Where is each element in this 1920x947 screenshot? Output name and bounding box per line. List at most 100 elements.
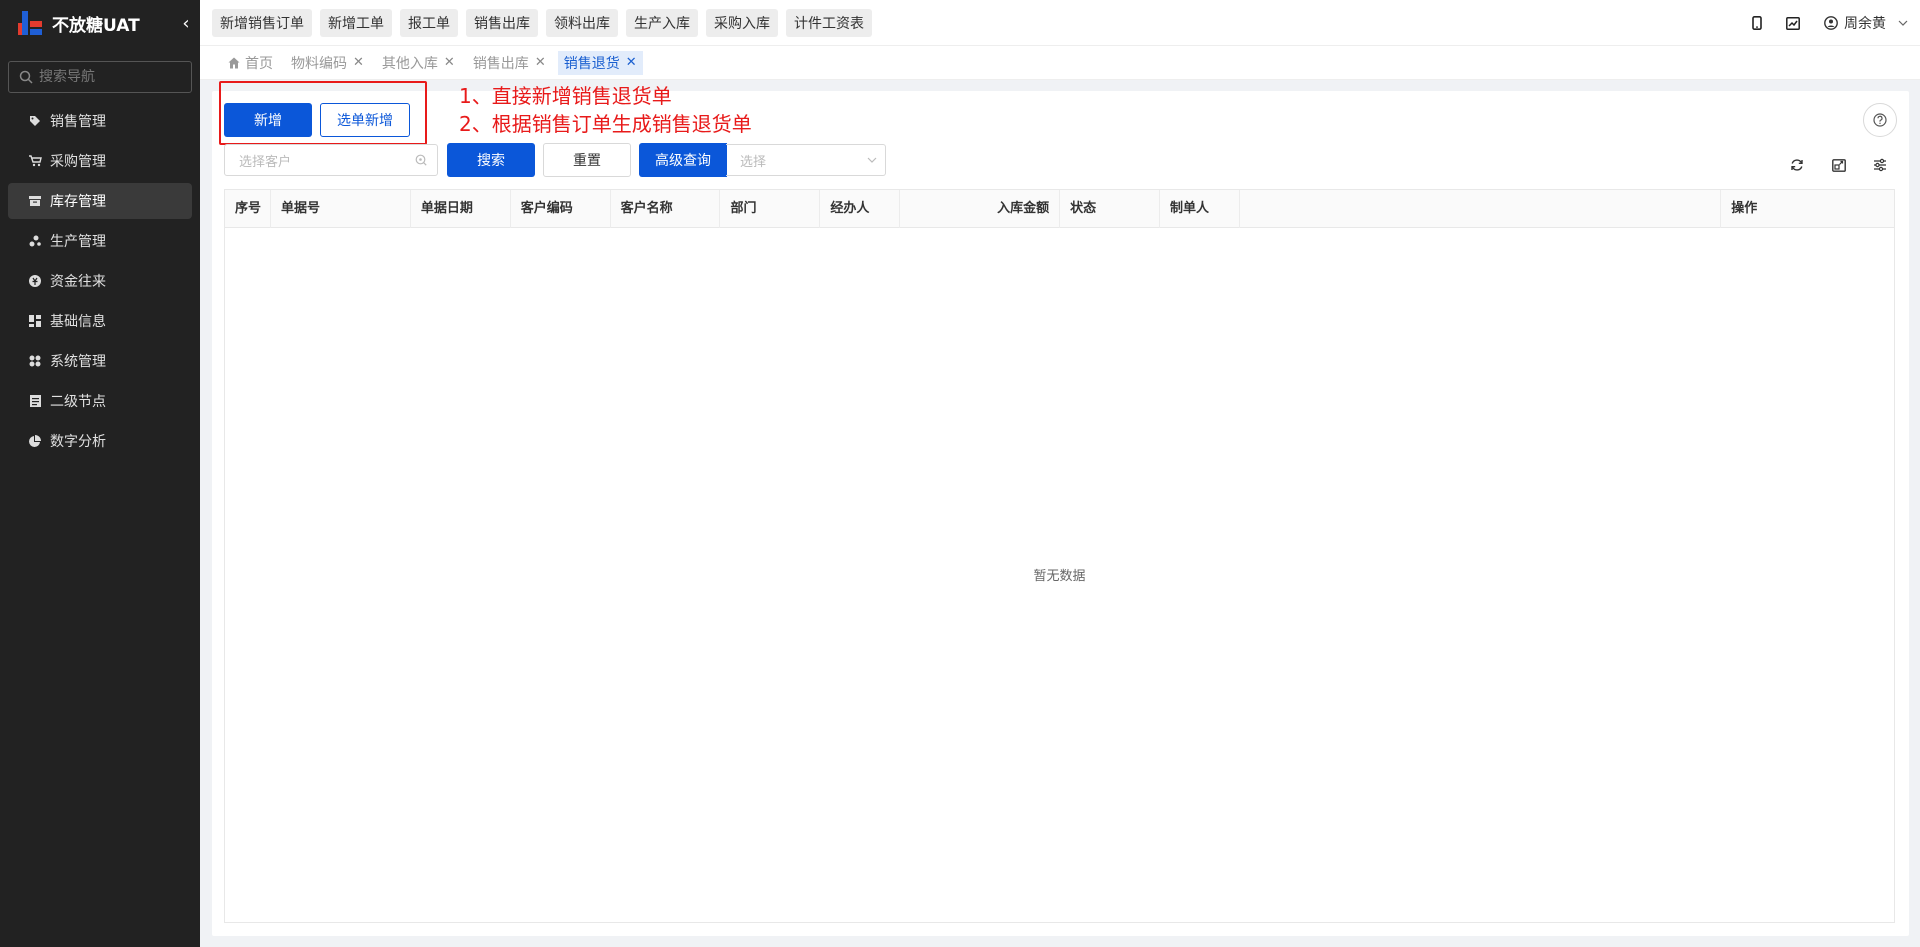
search-icon (415, 154, 427, 170)
dashboard-icon (28, 314, 42, 328)
data-table: 序号 单据号 单据日期 客户编码 客户名称 部门 经办人 入库金额 状态 制单人… (224, 189, 1895, 923)
reset-button[interactable]: 重置 (543, 143, 631, 177)
tab-other-inbound[interactable]: 其他入库 ✕ (376, 51, 461, 75)
quick-link-production-inbound[interactable]: 生产入库 (626, 8, 698, 37)
list-icon (28, 394, 42, 408)
brand: 不放糖UAT ‹ (0, 0, 200, 46)
username: 周余黄 (1844, 16, 1886, 32)
column-header[interactable]: 序号 (225, 190, 271, 228)
tab-home[interactable]: 首页 (222, 51, 279, 75)
sidebar-item-production[interactable]: 生产管理 (8, 223, 192, 259)
quick-link-piece-wage[interactable]: 计件工资表 (786, 8, 872, 37)
search-icon (19, 70, 33, 84)
sidebar-item-system[interactable]: 系统管理 (8, 343, 192, 379)
column-header[interactable]: 客户编码 (511, 190, 611, 228)
top-bar: 新增销售订单 新增工单 报工单 销售出库 领料出库 生产入库 采购入库 计件工资… (200, 0, 1920, 46)
column-header[interactable]: 单据日期 (411, 190, 511, 228)
sidebar-item-analytics[interactable]: 数字分析 (8, 423, 192, 459)
chart-icon[interactable] (1786, 16, 1800, 30)
tab-label: 其他入库 (381, 55, 438, 72)
sidebar-item-label: 二级节点 (50, 394, 106, 410)
tab-sales-outbound[interactable]: 销售出库 ✕ (467, 51, 552, 75)
nav-search[interactable] (8, 61, 192, 93)
mobile-icon[interactable] (1752, 16, 1762, 30)
tag-icon (28, 114, 42, 128)
quick-link-work-report[interactable]: 报工单 (400, 8, 458, 37)
sidebar-item-basic-info[interactable]: 基础信息 (8, 303, 192, 339)
column-header[interactable]: 客户名称 (611, 190, 721, 228)
sidebar-item-label: 采购管理 (50, 154, 106, 170)
sidebar: 不放糖UAT ‹ 销售管理 采购管理 库存管理 生产管理 资金往来 基础信息 系… (0, 0, 200, 947)
column-header[interactable]: 入库金额 (900, 190, 1061, 228)
refresh-icon[interactable] (1787, 155, 1807, 175)
money-icon (28, 274, 42, 288)
sidebar-item-label: 系统管理 (50, 354, 106, 370)
brand-title: 不放糖UAT (52, 15, 140, 36)
annotation-text-2: 2、根据销售订单生成销售退货单 (459, 112, 752, 136)
chevron-down-icon (867, 153, 877, 171)
quick-link-purchase-inbound[interactable]: 采购入库 (706, 8, 778, 37)
customer-select[interactable]: 选择客户 (224, 144, 438, 176)
sidebar-item-label: 销售管理 (50, 114, 106, 130)
advanced-query-button[interactable]: 高级查询 (639, 143, 727, 177)
column-header-spacer (1240, 190, 1722, 228)
column-header[interactable]: 单据号 (271, 190, 411, 228)
sidebar-item-inventory[interactable]: 库存管理 (8, 183, 192, 219)
quick-link-new-work-order[interactable]: 新增工单 (320, 8, 392, 37)
help-icon[interactable] (1863, 103, 1897, 137)
main-content: 1、直接新增销售退货单 2、根据销售订单生成销售退货单 新增 选单新增 选择客户… (212, 81, 1909, 936)
chevron-down-icon (1898, 20, 1908, 26)
quick-link-material-outbound[interactable]: 领料出库 (546, 8, 618, 37)
archive-icon (28, 194, 42, 208)
cart-icon (28, 154, 42, 168)
tab-material-code[interactable]: 物料编码 ✕ (285, 51, 370, 75)
user-menu[interactable]: 周余黄 (1824, 13, 1908, 33)
quick-link-sales-outbound[interactable]: 销售出库 (466, 8, 538, 37)
column-header[interactable]: 经办人 (820, 190, 901, 228)
collapse-sidebar-icon[interactable]: ‹ (176, 13, 196, 34)
tab-sales-return[interactable]: 销售退货 ✕ (557, 50, 643, 75)
sidebar-item-label: 数字分析 (50, 434, 106, 450)
cluster-icon (28, 234, 42, 248)
sidebar-item-label: 基础信息 (50, 314, 106, 330)
nav-search-input[interactable] (39, 69, 179, 85)
apps-icon (28, 354, 42, 368)
customer-select-placeholder: 选择客户 (239, 154, 292, 170)
add-button[interactable]: 新增 (224, 103, 312, 137)
tab-label: 销售出库 (472, 55, 529, 72)
sidebar-item-purchase[interactable]: 采购管理 (8, 143, 192, 179)
column-header[interactable]: 部门 (720, 190, 821, 228)
annotation-text-1: 1、直接新增销售退货单 (459, 84, 672, 108)
column-header[interactable]: 制单人 (1160, 190, 1240, 228)
close-icon[interactable]: ✕ (535, 55, 546, 70)
user-icon (1824, 16, 1838, 30)
column-header[interactable]: 操作 (1721, 190, 1894, 228)
close-icon[interactable]: ✕ (353, 55, 364, 70)
column-settings-icon[interactable] (1870, 155, 1890, 175)
tab-label: 首页 (245, 55, 273, 72)
home-icon (228, 57, 240, 68)
sidebar-item-sales[interactable]: 销售管理 (8, 103, 192, 139)
tabs-bar: 首页 物料编码 ✕ 其他入库 ✕ 销售出库 ✕ 销售退货 ✕ (200, 46, 1920, 80)
sidebar-item-funds[interactable]: 资金往来 (8, 263, 192, 299)
quick-link-new-sales-order[interactable]: 新增销售订单 (212, 8, 312, 37)
select-add-button[interactable]: 选单新增 (320, 103, 410, 137)
brand-logo-icon (18, 9, 44, 37)
sidebar-item-label: 库存管理 (50, 194, 106, 210)
top-right-actions: 周余黄 (1728, 0, 1908, 46)
close-icon[interactable]: ✕ (444, 55, 455, 70)
tab-label: 物料编码 (291, 55, 347, 72)
pie-icon (28, 434, 42, 448)
table-header: 序号 单据号 单据日期 客户编码 客户名称 部门 经办人 入库金额 状态 制单人… (225, 190, 1894, 228)
close-icon[interactable]: ✕ (626, 55, 637, 70)
search-button[interactable]: 搜索 (447, 143, 535, 177)
sidebar-item-secondary-node[interactable]: 二级节点 (8, 383, 192, 419)
column-header[interactable]: 状态 (1060, 190, 1160, 228)
advanced-query-select[interactable]: 选择 (726, 144, 886, 176)
empty-state-text: 暂无数据 (1033, 569, 1086, 584)
tab-label: 销售退货 (563, 55, 620, 72)
sidebar-item-label: 资金往来 (50, 274, 106, 290)
advanced-select-placeholder: 选择 (740, 154, 767, 170)
fullscreen-icon[interactable] (1829, 155, 1849, 175)
sidebar-item-label: 生产管理 (50, 234, 106, 250)
